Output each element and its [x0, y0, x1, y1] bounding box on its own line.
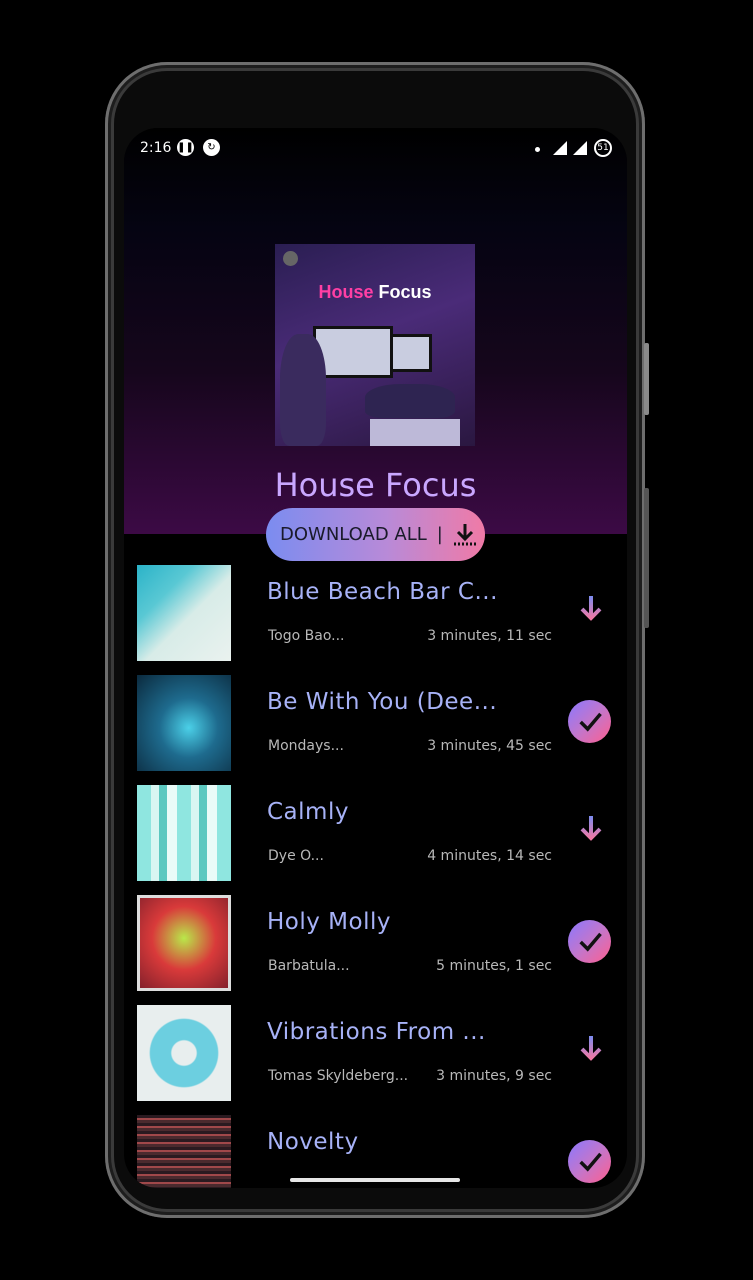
- download-icon[interactable]: [568, 590, 614, 636]
- track-artwork: [137, 785, 231, 881]
- battery-icon: 51: [594, 139, 612, 157]
- track-row[interactable]: Vibrations From ... Tomas Skyldeberg... …: [124, 1005, 627, 1101]
- track-duration: 3 minutes, 11 sec: [427, 628, 552, 644]
- app-screen: 2:16 ❚❚ ↻ 51 House Focus House Focus DOW…: [124, 128, 627, 1188]
- monitor-graphic: [390, 334, 432, 372]
- home-indicator[interactable]: [290, 1178, 460, 1182]
- status-time: 2:16: [140, 140, 172, 156]
- button-separator: |: [436, 524, 443, 545]
- track-title: Holy Molly: [267, 909, 391, 935]
- download-icon[interactable]: [568, 1030, 614, 1076]
- track-duration: 4 minutes, 14 sec: [427, 848, 552, 864]
- download-all-button[interactable]: DOWNLOAD ALL |: [266, 508, 485, 561]
- track-title: Calmly: [267, 799, 349, 825]
- track-artist: Mondays...: [268, 738, 344, 754]
- download-all-label: DOWNLOAD ALL: [280, 524, 427, 545]
- track-duration: 5 minutes, 1 sec: [436, 958, 552, 974]
- pause-icon: ❚❚: [177, 139, 194, 156]
- playlist-cover: House Focus: [275, 244, 475, 446]
- track-artwork: [137, 1115, 231, 1188]
- desk-graphic: [365, 384, 455, 418]
- track-row[interactable]: Be With You (Dee... Mondays... 3 minutes…: [124, 675, 627, 771]
- track-artist: Barbatula...: [268, 958, 350, 974]
- downloaded-check-icon[interactable]: [568, 1140, 614, 1186]
- track-row[interactable]: Holy Molly Barbatula... 5 minutes, 1 sec: [124, 895, 627, 991]
- signal-icon: [573, 141, 587, 155]
- track-artist: Tomas Skyldeberg...: [268, 1068, 409, 1084]
- track-artist: Dye O...: [268, 848, 324, 864]
- track-artwork: [137, 1005, 231, 1101]
- status-bar: 2:16 ❚❚ ↻ 51: [124, 128, 627, 168]
- downloaded-check-icon[interactable]: [568, 920, 614, 966]
- person-graphic: [280, 334, 326, 446]
- track-artwork: [137, 565, 231, 661]
- power-button: [644, 343, 649, 415]
- track-title: Blue Beach Bar C...: [267, 579, 498, 605]
- track-row[interactable]: Blue Beach Bar C... Togo Bao... 3 minute…: [124, 565, 627, 661]
- sync-icon: ↻: [203, 139, 220, 156]
- track-artwork: [137, 895, 231, 991]
- track-title: Vibrations From ...: [267, 1019, 486, 1045]
- desk-surface-graphic: [370, 419, 460, 446]
- track-duration: 3 minutes, 45 sec: [427, 738, 552, 754]
- track-artwork: [137, 675, 231, 771]
- track-artist: Togo Bao...: [268, 628, 345, 644]
- track-row[interactable]: Calmly Dye O... 4 minutes, 14 sec: [124, 785, 627, 881]
- track-title: Be With You (Dee...: [267, 689, 498, 715]
- track-title: Novelty: [267, 1129, 359, 1155]
- download-icon[interactable]: [568, 810, 614, 856]
- cover-title: House Focus: [318, 282, 432, 302]
- playlist-title: House Focus: [274, 466, 477, 504]
- spotify-logo-icon: [283, 251, 298, 266]
- volume-button: [644, 488, 649, 628]
- track-duration: 3 minutes, 9 sec: [436, 1068, 552, 1084]
- signal-icon: [553, 141, 567, 155]
- notification-dot: [535, 147, 540, 152]
- download-icon: [453, 523, 476, 545]
- downloaded-check-icon[interactable]: [568, 700, 614, 746]
